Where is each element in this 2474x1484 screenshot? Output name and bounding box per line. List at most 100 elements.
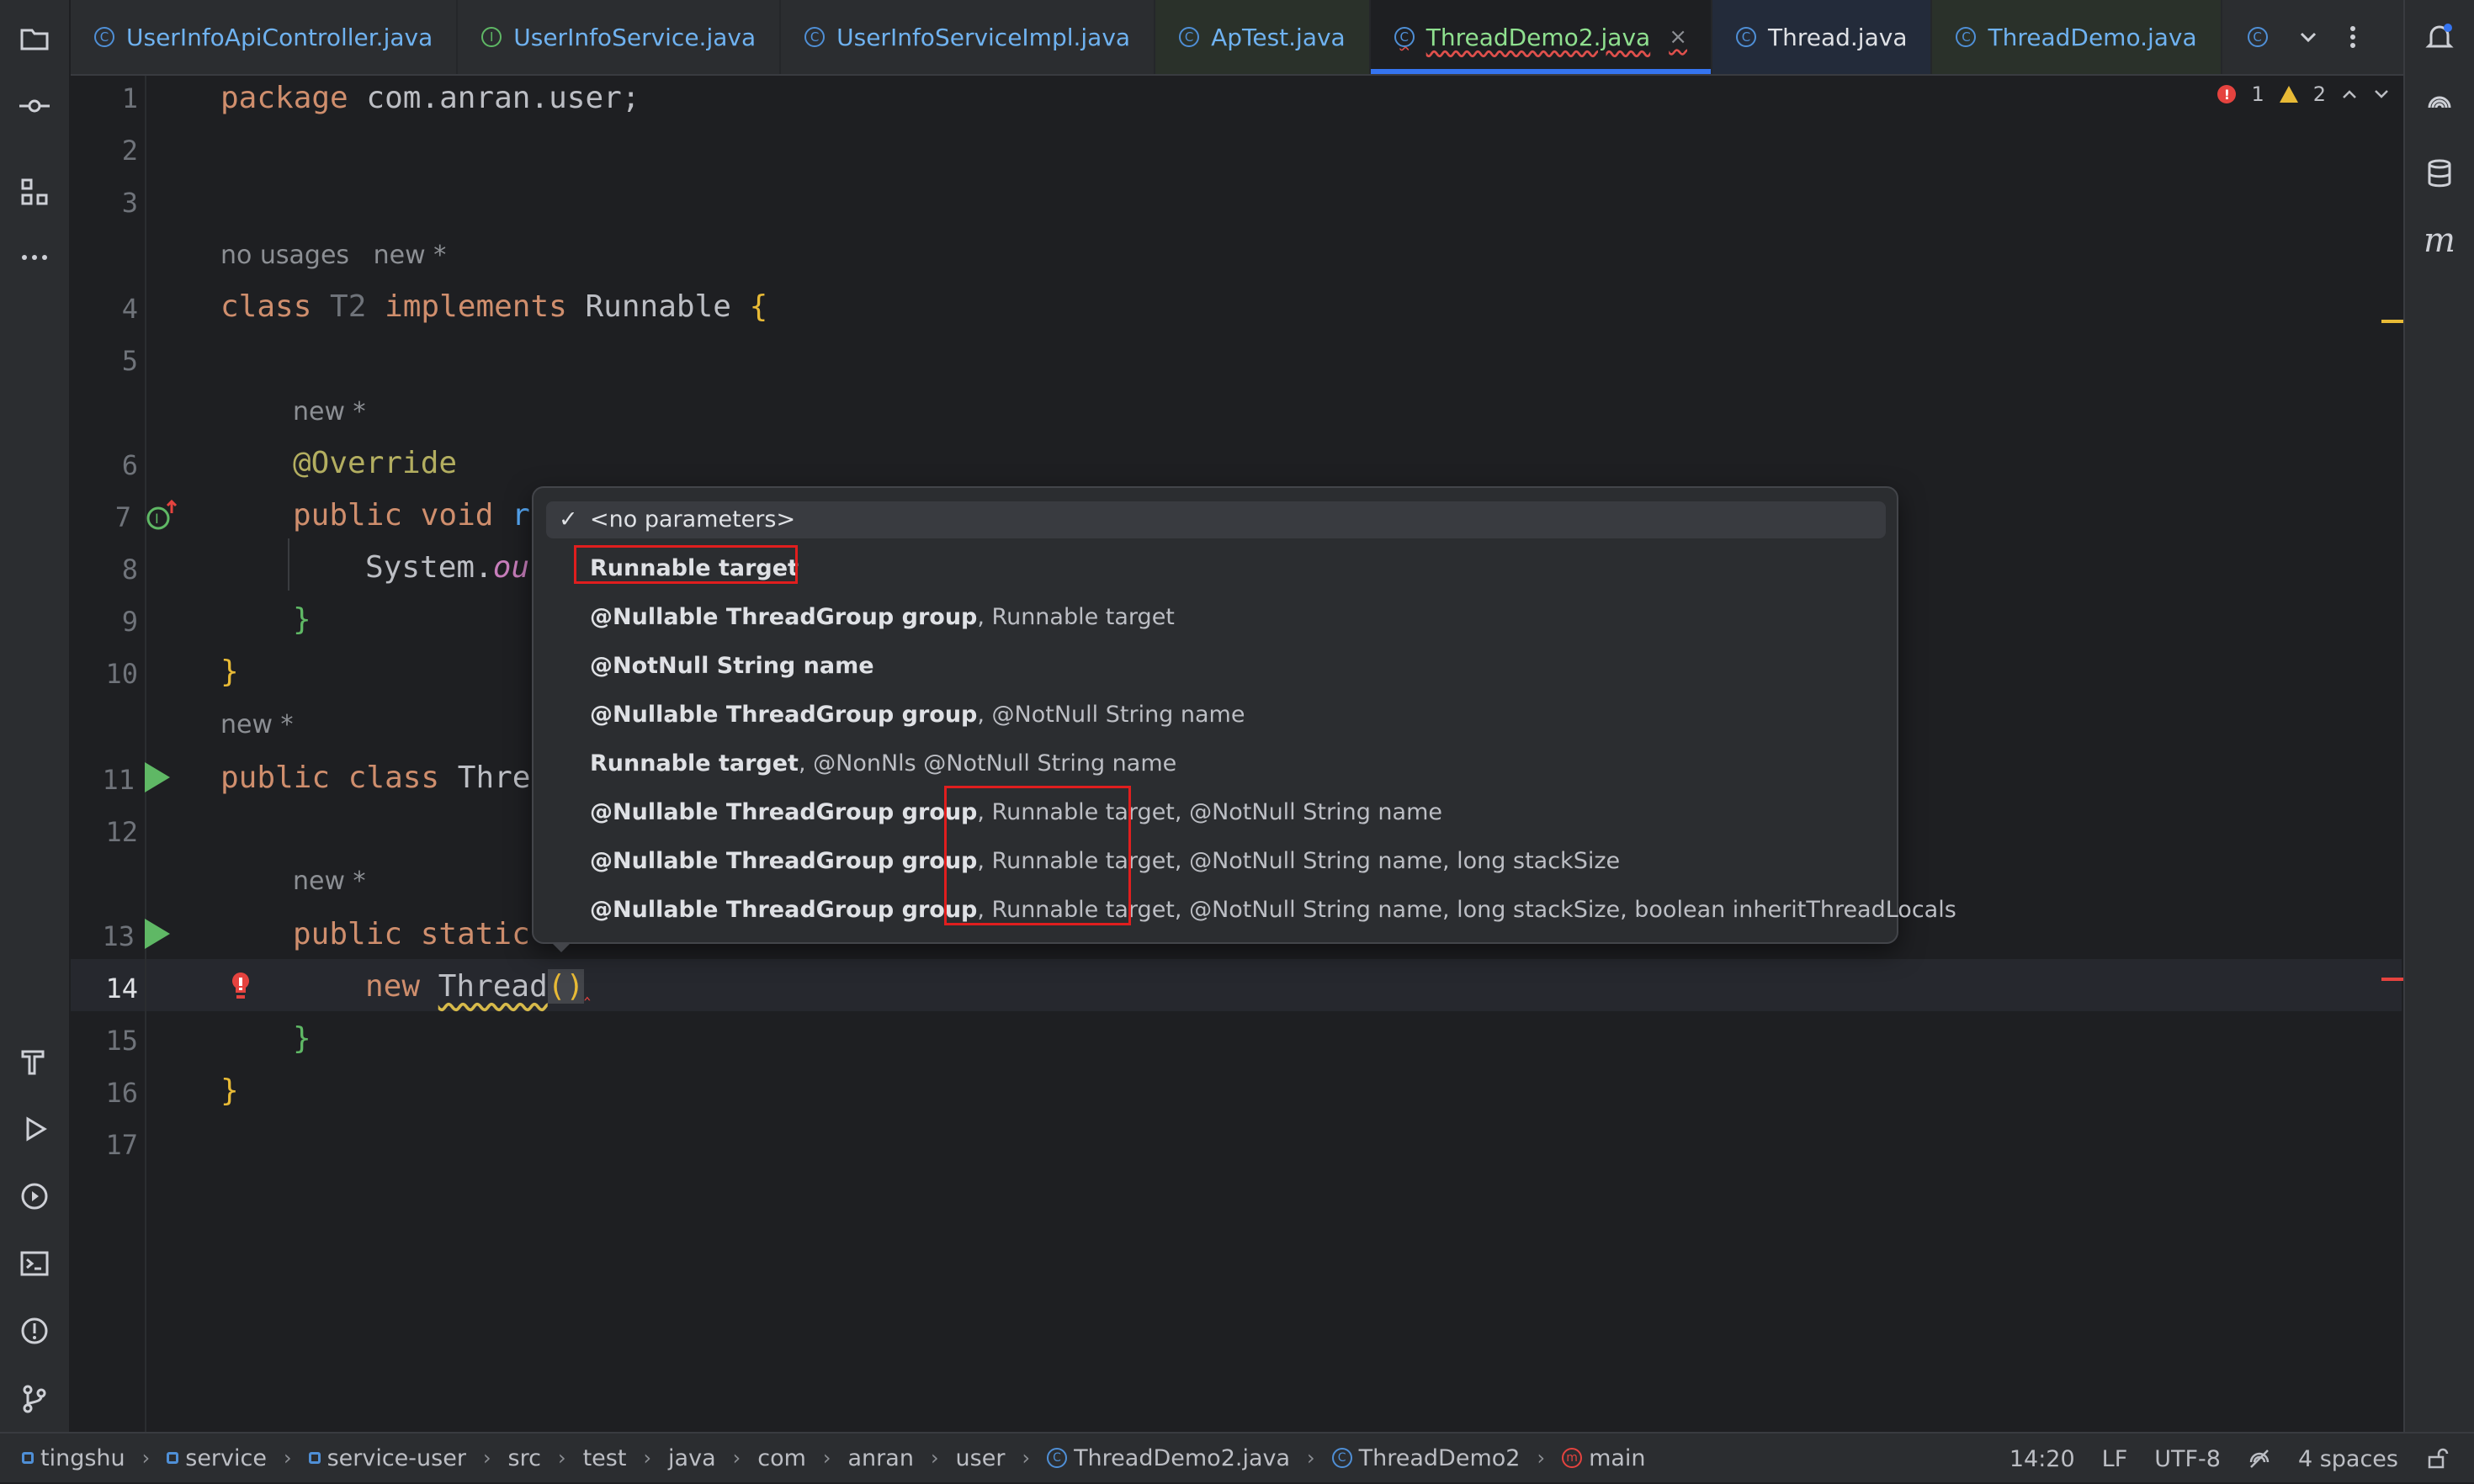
overload-params-bold: @Nullable ThreadGroup group: [590, 799, 978, 825]
services-icon[interactable]: [16, 1178, 53, 1215]
usages-inlay-hint[interactable]: no usages new *: [220, 241, 446, 270]
git-branch-icon[interactable]: [16, 1380, 53, 1417]
gutter-separator: [145, 76, 146, 1432]
breadcrumb-separator: ›: [141, 1446, 151, 1470]
tab-userinfo-service[interactable]: I UserInfoService.java: [458, 0, 782, 74]
line-number: 15: [105, 1025, 138, 1057]
code-line-9[interactable]: }: [293, 602, 311, 637]
breadcrumb-item[interactable]: src: [508, 1445, 541, 1471]
class-name: T2: [311, 289, 385, 324]
keyword: class: [220, 289, 312, 324]
breadcrumb-separator: ›: [732, 1446, 741, 1470]
breadcrumb-item[interactable]: tingshu: [22, 1445, 125, 1471]
breadcrumb-item[interactable]: service: [167, 1445, 267, 1471]
overload-row[interactable]: @Nullable ThreadGroup group, @NotNull St…: [590, 697, 1245, 734]
line-number: 17: [105, 1129, 138, 1161]
inspection-widget[interactable]: ! 1 2: [2217, 82, 2390, 106]
breadcrumb-label: ThreadDemo2: [1358, 1444, 1521, 1471]
ai-disabled-icon[interactable]: [2248, 1447, 2271, 1471]
field-name: ou: [492, 550, 530, 585]
breadcrumb-item[interactable]: service-user: [308, 1445, 466, 1471]
overload-row[interactable]: @Nullable ThreadGroup group, Runnable ta…: [590, 599, 1175, 636]
parameter-info-popup[interactable]: ✓ <no parameters> Runnable target @Nulla…: [532, 486, 1956, 944]
overload-params: , Runnable target: [977, 604, 1175, 630]
chevron-down-icon[interactable]: [2298, 27, 2318, 47]
line-number: 11: [102, 764, 135, 796]
type-name: Runnable: [566, 289, 750, 324]
implements-method-icon[interactable]: I: [143, 498, 180, 535]
commit-icon[interactable]: [16, 87, 53, 125]
tab-userinfo-api-controller[interactable]: C UserInfoApiController.java: [71, 0, 459, 74]
line-separator[interactable]: LF: [2102, 1446, 2128, 1472]
tab-aptest[interactable]: C ApTest.java: [1155, 0, 1371, 74]
database-icon[interactable]: [2421, 155, 2458, 192]
kebab-menu-icon[interactable]: [2349, 24, 2357, 50]
file-encoding[interactable]: UTF-8: [2154, 1446, 2221, 1472]
tab-userinfo-service-impl[interactable]: C UserInfoServiceImpl.java: [781, 0, 1156, 74]
maven-icon[interactable]: m: [2421, 221, 2458, 260]
tab-label: UserInfoApiController.java: [126, 23, 433, 51]
keyword: static: [402, 917, 530, 951]
keyword: void: [402, 498, 494, 533]
next-highlight-icon[interactable]: [2373, 86, 2390, 103]
build-hammer-icon[interactable]: [16, 1043, 53, 1080]
code-line-6[interactable]: @Override: [293, 446, 457, 480]
code-line-16[interactable]: }: [220, 1073, 239, 1108]
error-stripe-marker[interactable]: [2381, 978, 2403, 981]
java-class-icon[interactable]: C: [2247, 27, 2268, 47]
author-inlay-hint[interactable]: new *: [293, 867, 366, 896]
run-icon[interactable]: [16, 1110, 53, 1147]
code-line-13[interactable]: public static: [293, 917, 530, 951]
overload-row[interactable]: @Nullable ThreadGroup group, Runnable ta…: [590, 892, 1956, 929]
code-line-15[interactable]: }: [293, 1021, 311, 1056]
breadcrumb-item[interactable]: C ThreadDemo2.java: [1047, 1445, 1290, 1471]
tab-threaddemo[interactable]: C ThreadDemo.java: [1932, 0, 2222, 74]
editor-tab-bar: C UserInfoApiController.java I UserInfoS…: [71, 0, 2403, 76]
more-tools-icon[interactable]: [16, 239, 53, 276]
project-folder-icon[interactable]: [16, 20, 53, 57]
breadcrumb-item[interactable]: m main: [1562, 1445, 1646, 1471]
code-line-11[interactable]: public class Thre: [220, 761, 530, 795]
overload-params-bold: Runnable target: [590, 750, 799, 776]
tab-threaddemo2[interactable]: C ThreadDemo2.java ×: [1370, 0, 1712, 74]
error-count: 1: [2251, 82, 2264, 106]
breadcrumb-item[interactable]: C ThreadDemo2: [1331, 1444, 1521, 1471]
keyword: public: [220, 761, 331, 795]
code-line-1[interactable]: package com.anran.user;: [220, 81, 640, 115]
caret-position[interactable]: 14:20: [2009, 1446, 2075, 1472]
code-line-10[interactable]: }: [220, 655, 239, 689]
run-main-icon[interactable]: [145, 919, 170, 949]
error-bulb-icon[interactable]: [229, 969, 252, 1003]
code-line-14[interactable]: new Thread()‸: [365, 969, 591, 1004]
warning-stripe-marker[interactable]: [2381, 320, 2403, 323]
tab-thread[interactable]: C Thread.java: [1712, 0, 1933, 74]
ai-assistant-icon[interactable]: [2421, 87, 2458, 125]
terminal-icon[interactable]: [16, 1245, 53, 1282]
code-line-8[interactable]: System.ou: [365, 550, 529, 585]
previous-highlight-icon[interactable]: [2341, 86, 2358, 103]
breadcrumb-item[interactable]: user: [956, 1445, 1006, 1471]
structure-icon[interactable]: [16, 173, 53, 210]
indent-setting[interactable]: 4 spaces: [2298, 1446, 2398, 1472]
run-class-icon[interactable]: [145, 762, 170, 792]
checkmark-icon: ✓: [559, 506, 578, 533]
code-line-4[interactable]: class T2 implements Runnable {: [220, 289, 767, 324]
code-line-7[interactable]: public void r: [293, 498, 530, 533]
author-inlay-hint[interactable]: new *: [220, 710, 294, 739]
overload-params: , @NotNull String name: [977, 702, 1245, 728]
overload-row[interactable]: Runnable target, @NonNls @NotNull String…: [590, 745, 1176, 782]
breadcrumb-item[interactable]: java: [668, 1445, 716, 1471]
author-inlay-hint[interactable]: new *: [293, 397, 366, 427]
overload-row[interactable]: @NotNull String name: [590, 648, 874, 685]
breadcrumb-item[interactable]: com: [757, 1445, 806, 1471]
tab-label: ApTest.java: [1211, 23, 1346, 51]
line-number: 1: [121, 82, 138, 114]
breadcrumb-item[interactable]: test: [583, 1445, 627, 1471]
breadcrumb-item[interactable]: anran: [848, 1445, 914, 1471]
tab-label: ThreadDemo2.java: [1425, 23, 1651, 51]
notifications-bell-icon[interactable]: [2421, 19, 2458, 56]
problems-icon[interactable]: [16, 1312, 53, 1349]
lock-open-icon[interactable]: [2425, 1447, 2449, 1471]
close-tab-icon[interactable]: ×: [1669, 24, 1687, 50]
overload-row[interactable]: <no parameters>: [590, 501, 795, 538]
